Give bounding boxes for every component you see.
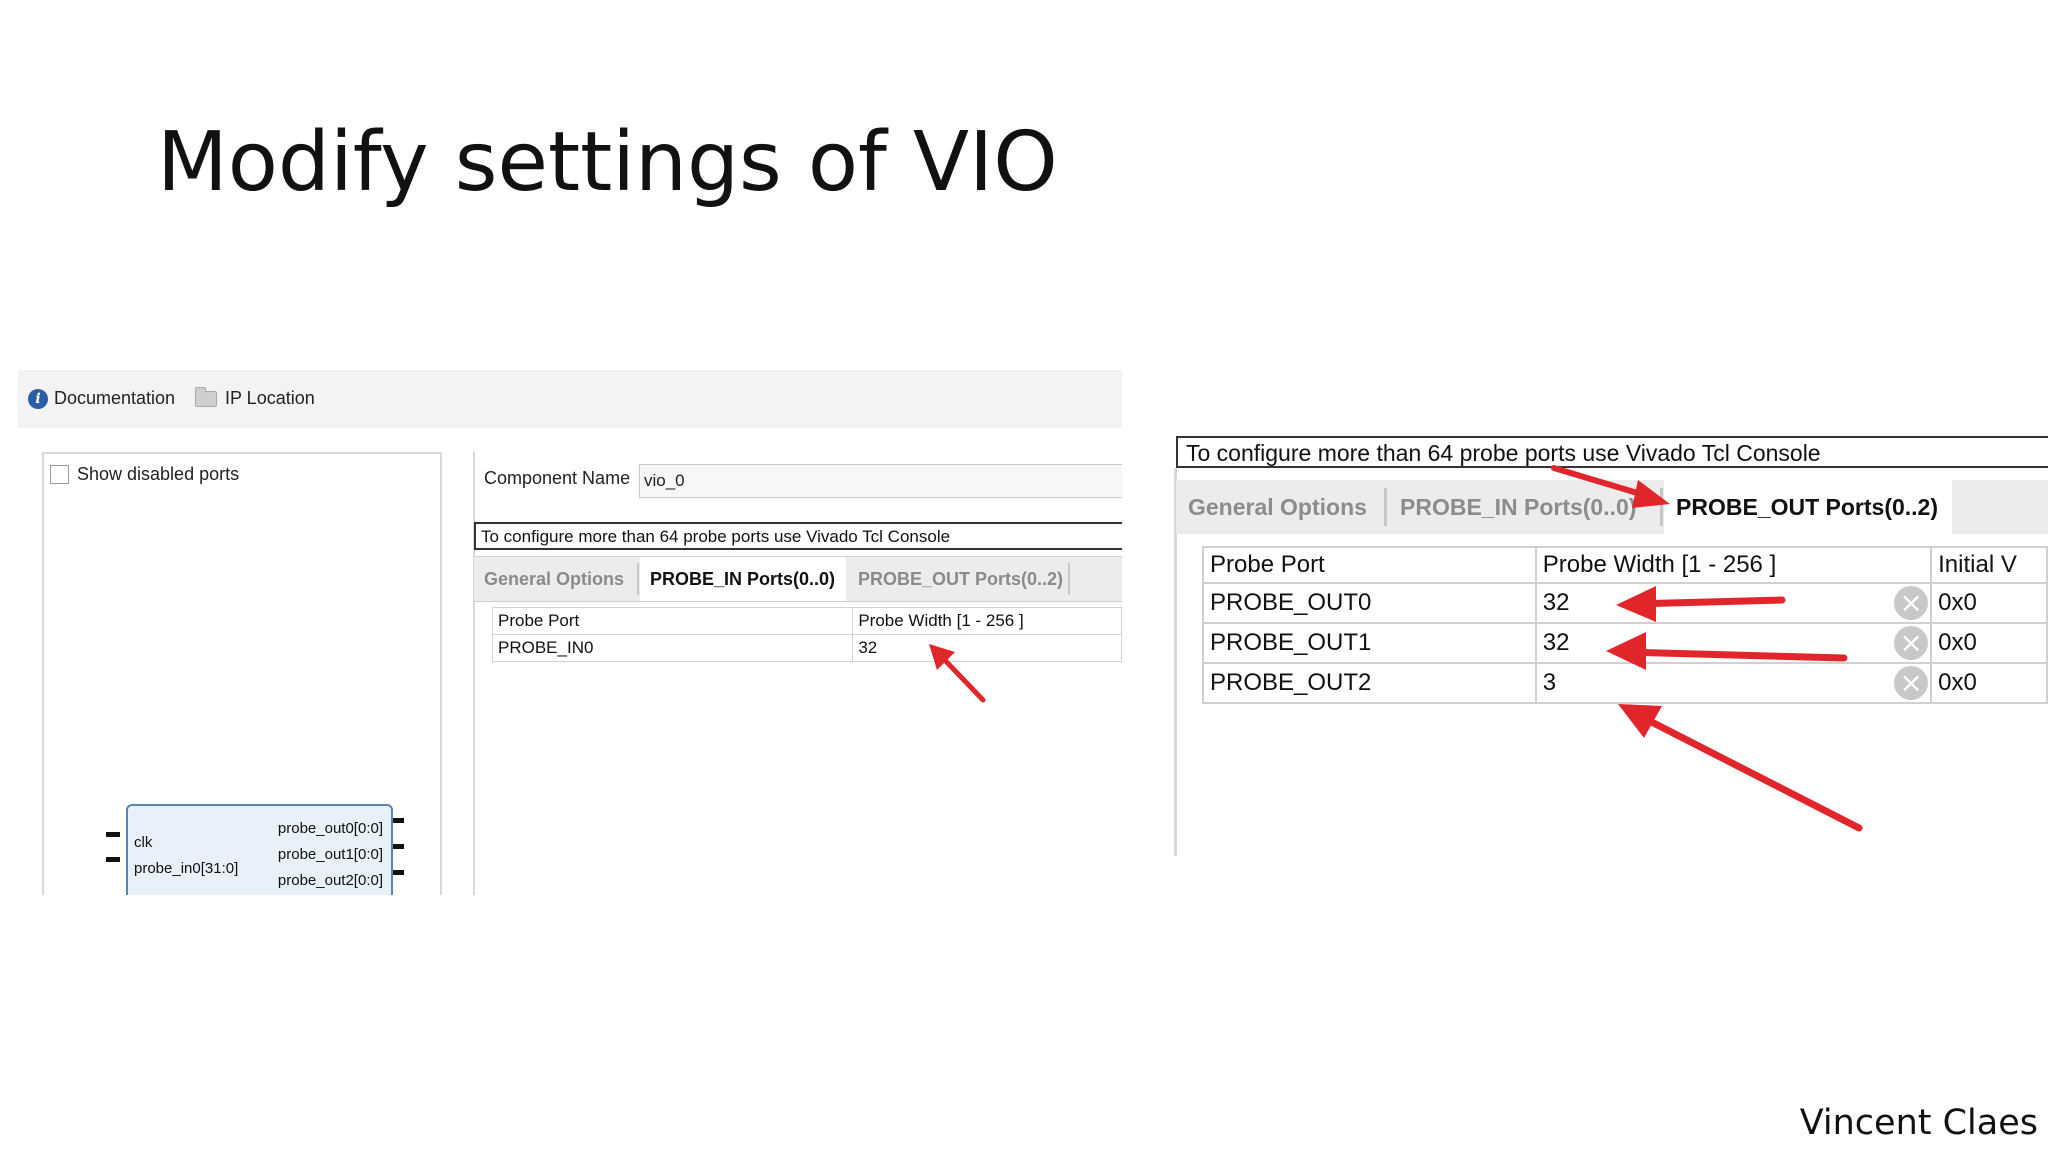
ip-location-button[interactable]: IP Location: [195, 386, 315, 409]
left-tabbar: General Options PROBE_IN Ports(0..0) PRO…: [474, 556, 1122, 602]
tab-probe-out-ports[interactable]: PROBE_OUT Ports(0..2): [848, 557, 1073, 601]
tab-probe-in-ports[interactable]: PROBE_IN Ports(0..0): [640, 557, 846, 601]
slide-title: Modify settings of VIO: [157, 115, 1058, 210]
right-screenshot: To configure more than 64 probe ports us…: [1154, 408, 2048, 856]
header-probe-width: Probe Width [1 - 256 ]: [852, 607, 1122, 635]
table-row: PROBE_IN0 32: [491, 634, 1122, 662]
folder-icon: [195, 386, 217, 407]
port-label-probe-out0: probe_out0[0:0]: [277, 820, 383, 837]
component-name-input[interactable]: vio_0: [639, 464, 1122, 498]
header-probe-port: Probe Port: [491, 607, 854, 635]
show-disabled-ports-checkbox[interactable]: [50, 465, 69, 484]
documentation-label: Documentation: [54, 388, 176, 408]
port-label-clk: clk: [134, 834, 153, 851]
port-label-probe-out2: probe_out2[0:0]: [277, 872, 383, 889]
probe-in-table: Probe Port Probe Width [1 - 256 ] PROBE_…: [491, 607, 1122, 662]
red-arrows-overlay: [1551, 465, 1863, 832]
documentation-button[interactable]: i Documentation: [28, 388, 175, 409]
config-area: [473, 452, 1122, 895]
table-header-row: Probe Port Probe Width [1 - 256 ]: [491, 607, 1122, 635]
vio-ip-block[interactable]: clk probe_in0[31:0] probe_out0[0:0] prob…: [126, 804, 393, 895]
tcl-console-note: To configure more than 64 probe ports us…: [474, 522, 1122, 550]
red-arrow: [929, 644, 986, 703]
tab-general-options[interactable]: General Options: [474, 557, 634, 601]
arrow-to-probe-out-tab: [1551, 465, 1670, 508]
pin-clk: [106, 832, 120, 837]
author-name: Vincent Claes: [1799, 1103, 2038, 1143]
port-label-probe-out1: probe_out1[0:0]: [277, 846, 383, 863]
symbol-panel: Show disabled ports clk probe_in0[31:0] …: [42, 452, 442, 895]
component-name-label: Component Name: [484, 468, 631, 488]
tab-separator: [637, 563, 639, 595]
ip-location-label: IP Location: [225, 388, 315, 408]
arrow-to-out1-width: [1606, 632, 1848, 670]
show-disabled-ports-label: Show disabled ports: [77, 464, 240, 484]
arrow-to-out2-width: [1618, 704, 1863, 832]
arrow-to-out0-width: [1616, 586, 1786, 622]
left-screenshot: i Documentation IP Location Show disable…: [18, 370, 1122, 895]
ip-toolbar: i Documentation IP Location: [18, 370, 1122, 428]
info-icon: i: [28, 388, 48, 409]
tab-separator: [1068, 563, 1070, 595]
port-label-probe-in0: probe_in0[31:0]: [134, 860, 239, 877]
cell-probe-port: PROBE_IN0: [491, 634, 854, 662]
pin-probe-in0: [106, 857, 120, 862]
